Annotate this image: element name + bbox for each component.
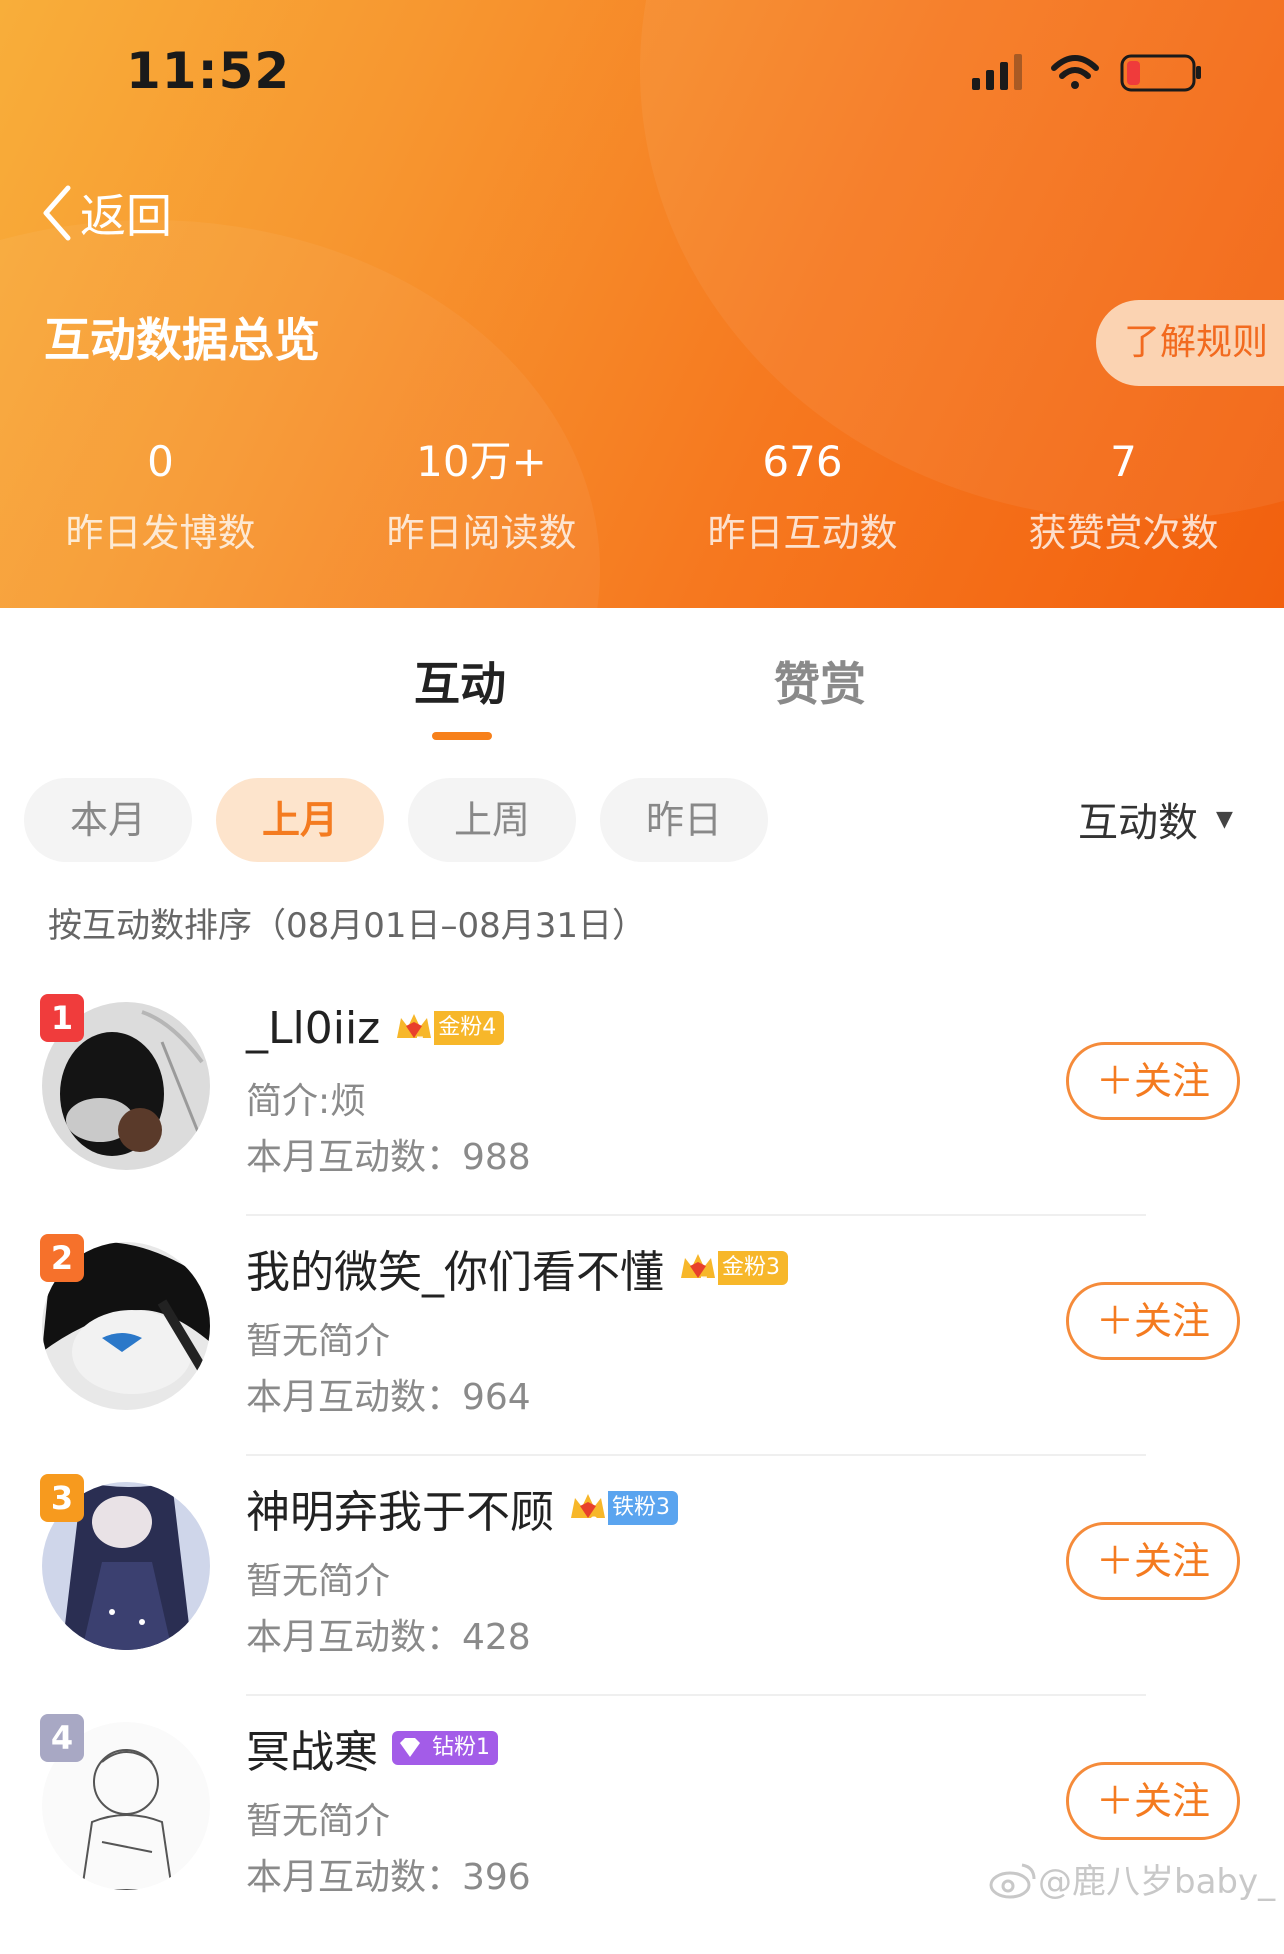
- chevron-left-icon: [43, 185, 71, 241]
- weibo-logo-icon: [989, 1863, 1036, 1898]
- badge-label: 金粉3: [718, 1251, 788, 1285]
- follow-button[interactable]: ＋关注: [1066, 1762, 1240, 1840]
- user-bio: 暂无简介: [246, 1801, 391, 1842]
- name-line: 我的微笑_你们看不懂 5 金粉3: [246, 1236, 788, 1300]
- user-bio: 简介:烦: [246, 1081, 367, 1122]
- fan-badge: 5 金粉4: [394, 1008, 505, 1048]
- filter-last-month[interactable]: 上月: [216, 778, 384, 862]
- interaction-count: 本月互动数：428: [246, 1617, 531, 1658]
- follow-button[interactable]: ＋关注: [1066, 1522, 1240, 1600]
- list-item[interactable]: 2 我的微笑_你们看不懂 5 金粉3 暂无简介 本月互动数：964 ＋关注: [0, 1234, 1284, 1474]
- interaction-count: 本月互动数：988: [246, 1137, 531, 1178]
- username[interactable]: _Ll0iiz: [246, 1003, 380, 1054]
- divider: [246, 1214, 1146, 1216]
- rank-badge: 4: [40, 1714, 84, 1762]
- name-line: _Ll0iiz 5 金粉4: [246, 996, 505, 1060]
- stat-label: 昨日阅读数: [386, 511, 577, 555]
- user-bio: 暂无简介: [246, 1561, 391, 1602]
- caret-down-icon: ▼: [1216, 806, 1233, 832]
- stat-reads: 10万+ 昨日阅读数: [321, 432, 642, 557]
- username[interactable]: 我的微笑_你们看不懂: [246, 1236, 664, 1300]
- status-time: 11:52: [126, 42, 291, 100]
- crown-icon: 5: [397, 1014, 432, 1048]
- back-label: 返回: [80, 189, 172, 243]
- stats-row: 0 昨日发博数 10万+ 昨日阅读数 676 昨日互动数 7 获赞赏次数: [0, 432, 1284, 557]
- filter-this-month[interactable]: 本月: [24, 778, 192, 862]
- crown-icon: 5: [681, 1254, 715, 1288]
- badge-label: 钻粉1: [428, 1731, 498, 1765]
- status-icons: [972, 54, 1201, 92]
- header-banner: 11:52 返回 互动数据总览 了解规则 0 昨日发博数 10万+ 昨日阅读数 …: [0, 0, 1284, 608]
- name-line: 冥战寒 钻粉1: [246, 1716, 498, 1780]
- divider: [246, 1694, 1146, 1696]
- stat-rewards: 7 获赞赏次数: [963, 432, 1284, 557]
- tab-interaction[interactable]: 互动: [414, 648, 506, 714]
- filter-yesterday[interactable]: 昨日: [600, 778, 768, 862]
- list-item[interactable]: 4 冥战寒 钻粉1 暂无简介 本月互动数：396 ＋关注: [0, 1714, 1284, 1954]
- watermark: @鹿八岁baby_: [988, 1854, 1275, 1903]
- wifi-icon: [1051, 55, 1099, 89]
- list-item[interactable]: 1 _Ll0iiz 5 金粉4 简介:烦 本月互动数：988 ＋关注: [0, 994, 1284, 1234]
- crown-icon: 2: [571, 1494, 605, 1528]
- filter-last-week[interactable]: 上周: [408, 778, 576, 862]
- badge-label: 铁粉3: [608, 1491, 678, 1525]
- rank-badge: 2: [40, 1234, 84, 1282]
- divider: [246, 1454, 1146, 1456]
- stat-value: 0: [147, 437, 174, 486]
- tab-active-indicator: [432, 732, 492, 740]
- list-item[interactable]: 3 神明弃我于不顾 2 铁粉3 暂无简介 本月互动数：428 ＋关注: [0, 1474, 1284, 1714]
- follow-button[interactable]: ＋关注: [1066, 1042, 1240, 1120]
- fan-badge: 钻粉1: [392, 1728, 498, 1768]
- stat-value: 10万+: [416, 437, 547, 486]
- fan-badge: 2 铁粉3: [568, 1488, 678, 1528]
- rules-button[interactable]: 了解规则: [1096, 300, 1284, 386]
- sort-dropdown[interactable]: 互动数 ▼: [1078, 790, 1233, 848]
- stat-label: 获赞赏次数: [1028, 511, 1219, 555]
- fan-badge: 5 金粉3: [678, 1248, 788, 1288]
- name-line: 神明弃我于不顾 2 铁粉3: [246, 1476, 678, 1540]
- stat-label: 昨日互动数: [707, 511, 898, 555]
- sort-range-text: 按互动数排序（08月01日–08月31日）: [48, 906, 647, 946]
- user-bio: 暂无简介: [246, 1321, 391, 1362]
- svg-text:5: 5: [700, 1273, 708, 1288]
- battery-icon: [1120, 54, 1201, 92]
- stat-value: 7: [1110, 437, 1137, 486]
- follow-button[interactable]: ＋关注: [1066, 1282, 1240, 1360]
- stat-posts: 0 昨日发博数: [0, 432, 321, 557]
- tab-reward[interactable]: 赞赏: [774, 648, 866, 714]
- username[interactable]: 神明弃我于不顾: [246, 1476, 554, 1540]
- back-button[interactable]: 返回: [40, 178, 172, 248]
- rank-badge: 1: [40, 994, 84, 1042]
- stat-interactions: 676 昨日互动数: [642, 432, 963, 557]
- page-title: 互动数据总览: [44, 313, 320, 367]
- watermark-text: @鹿八岁baby_: [1038, 1862, 1276, 1902]
- interaction-count: 本月互动数：964: [246, 1377, 531, 1418]
- svg-text:5: 5: [416, 1033, 424, 1048]
- badge-label: 金粉4: [434, 1011, 505, 1045]
- rank-badge: 3: [40, 1474, 84, 1522]
- username[interactable]: 冥战寒: [246, 1716, 378, 1780]
- interaction-count: 本月互动数：396: [246, 1857, 531, 1898]
- stat-label: 昨日发博数: [65, 511, 256, 555]
- cellular-signal-icon: [972, 54, 1022, 90]
- stat-value: 676: [762, 437, 843, 486]
- svg-text:2: 2: [590, 1513, 598, 1528]
- diamond-icon: [392, 1731, 428, 1765]
- sort-label: 互动数: [1078, 800, 1198, 846]
